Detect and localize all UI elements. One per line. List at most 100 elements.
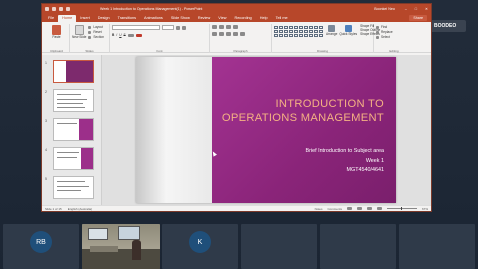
align-right-icon[interactable] [226, 32, 231, 36]
participant-tile[interactable] [399, 224, 475, 269]
section-button[interactable]: Section [93, 35, 104, 39]
layout-icon [88, 25, 92, 29]
normal-view-icon[interactable] [346, 207, 352, 210]
font-color-icon[interactable] [135, 33, 142, 37]
font-group: B I U S Font [110, 24, 210, 53]
slide-magenta-panel: INTRODUCTION TO OPERATIONS MANAGEMENT Br… [212, 57, 396, 203]
shapes-gallery[interactable] [274, 26, 323, 37]
bold-button[interactable]: B [112, 33, 114, 37]
indent-icon[interactable] [226, 25, 231, 29]
font-name-box[interactable] [112, 25, 160, 30]
replace-button[interactable]: Replace [381, 30, 393, 34]
notes-button[interactable]: Notes [315, 207, 323, 211]
paste-icon[interactable] [52, 25, 61, 35]
arrange-icon[interactable] [328, 25, 336, 32]
zoom-slider-thumb[interactable] [400, 207, 402, 210]
section-icon [88, 35, 92, 39]
thumbnail-image [81, 148, 93, 169]
find-button[interactable]: Find [381, 25, 387, 29]
reset-icon [88, 30, 92, 34]
tab-view[interactable]: View [214, 15, 230, 22]
slide-subtitle-line-3[interactable]: MGT4540/4641 [347, 166, 384, 174]
thumbnail-text [57, 103, 83, 105]
window-controls: – □ ✕ [405, 7, 428, 11]
participant-tile[interactable] [241, 224, 317, 269]
char-spacing-icon[interactable] [127, 33, 134, 37]
present-icon[interactable] [66, 6, 70, 11]
participant-tile[interactable] [320, 224, 396, 269]
slide-thumbnail[interactable]: 3 [45, 118, 94, 141]
thumbnail-text [57, 186, 89, 188]
reset-button[interactable]: Reset [93, 30, 101, 34]
participant-name: BOODEO [434, 23, 457, 29]
slide-editing-canvas[interactable]: INTRODUCTION TO OPERATIONS MANAGEMENT Br… [102, 55, 431, 205]
tab-help[interactable]: Help [256, 15, 272, 22]
participant-tile[interactable]: K [162, 224, 238, 269]
slides-group: New Slide Layout Reset Section Slides [70, 24, 110, 53]
slide-title[interactable]: INTRODUCTION TO OPERATIONS MANAGEMENT [222, 97, 384, 125]
tab-recording[interactable]: Recording [230, 15, 255, 22]
thumbnail-image [79, 119, 93, 140]
comments-button[interactable]: Comments [327, 207, 342, 211]
columns-icon[interactable] [240, 32, 245, 36]
bullets-icon[interactable] [212, 25, 217, 29]
slide-subtitle-line-1[interactable]: Brief Introduction to Subject area [305, 147, 384, 155]
tab-design[interactable]: Design [94, 15, 114, 22]
arrange-label: Arrange [326, 32, 338, 36]
strikethrough-button[interactable]: S [124, 33, 126, 37]
align-center-icon[interactable] [219, 32, 224, 36]
justify-icon[interactable] [233, 32, 238, 36]
line-spacing-icon[interactable] [233, 25, 238, 29]
slide-sorter-icon[interactable] [356, 207, 362, 210]
minimize-button[interactable]: – [405, 7, 407, 11]
account-name[interactable]: Boonkei Neo [374, 7, 395, 11]
tab-review[interactable]: Review [194, 15, 214, 22]
tab-file[interactable]: File [44, 15, 58, 22]
new-slide-icon[interactable] [74, 25, 84, 35]
participant-video-tile[interactable] [82, 224, 160, 269]
tab-insert[interactable]: Insert [76, 15, 94, 22]
slide-title-line-2: OPERATIONS MANAGEMENT [221, 112, 384, 124]
shrink-font-icon[interactable] [182, 25, 186, 30]
slides-group-label: Slides [85, 49, 94, 53]
select-button[interactable]: Select [381, 35, 390, 39]
tab-transitions[interactable]: Transitions [114, 15, 140, 22]
italic-button[interactable]: I [116, 33, 117, 37]
participant-tile[interactable]: RB [3, 224, 79, 269]
undo-icon[interactable] [52, 6, 56, 11]
select-icon [376, 35, 379, 39]
powerpoint-window: Week 1 Introduction to Operations Manage… [41, 3, 432, 212]
slide-thumbnail[interactable]: 2 [45, 89, 94, 112]
current-slide[interactable]: INTRODUCTION TO OPERATIONS MANAGEMENT Br… [136, 57, 396, 203]
layout-button[interactable]: Layout [93, 25, 103, 29]
save-icon[interactable] [45, 6, 49, 11]
close-button[interactable]: ✕ [425, 7, 428, 11]
new-slide-label: New Slide [72, 35, 87, 39]
quick-styles-icon[interactable] [344, 25, 352, 32]
font-size-box[interactable] [162, 25, 174, 30]
tab-slide-show[interactable]: Slide Show [167, 15, 194, 22]
tab-animations[interactable]: Animations [140, 15, 167, 22]
slide-thumbnail[interactable]: 1 [45, 60, 94, 83]
grow-font-icon[interactable] [176, 25, 180, 30]
align-left-icon[interactable] [212, 32, 217, 36]
redo-icon[interactable] [59, 6, 63, 11]
maximize-button[interactable]: □ [415, 7, 417, 11]
tab-home[interactable]: Home [58, 15, 77, 22]
slideshow-icon[interactable] [376, 207, 382, 210]
slide-subtitle-line-2[interactable]: Week 1 [366, 157, 384, 165]
language-indicator[interactable]: English (Australia) [68, 207, 92, 211]
font-group-label: Font [156, 49, 163, 53]
share-button[interactable]: Share [409, 15, 427, 21]
slide-thumbnail[interactable]: 5 [45, 176, 94, 199]
video-window [118, 226, 140, 240]
tell-me-search[interactable]: Tell me [272, 15, 292, 22]
thumbnail-text [57, 107, 85, 109]
numbering-icon[interactable] [219, 25, 224, 29]
reading-view-icon[interactable] [366, 207, 372, 210]
zoom-level[interactable]: 67% [422, 207, 428, 211]
zoom-slider[interactable] [386, 207, 417, 210]
video-desk [90, 246, 118, 252]
slide-thumbnail[interactable]: 4 [45, 147, 94, 170]
underline-button[interactable]: U [119, 33, 121, 37]
